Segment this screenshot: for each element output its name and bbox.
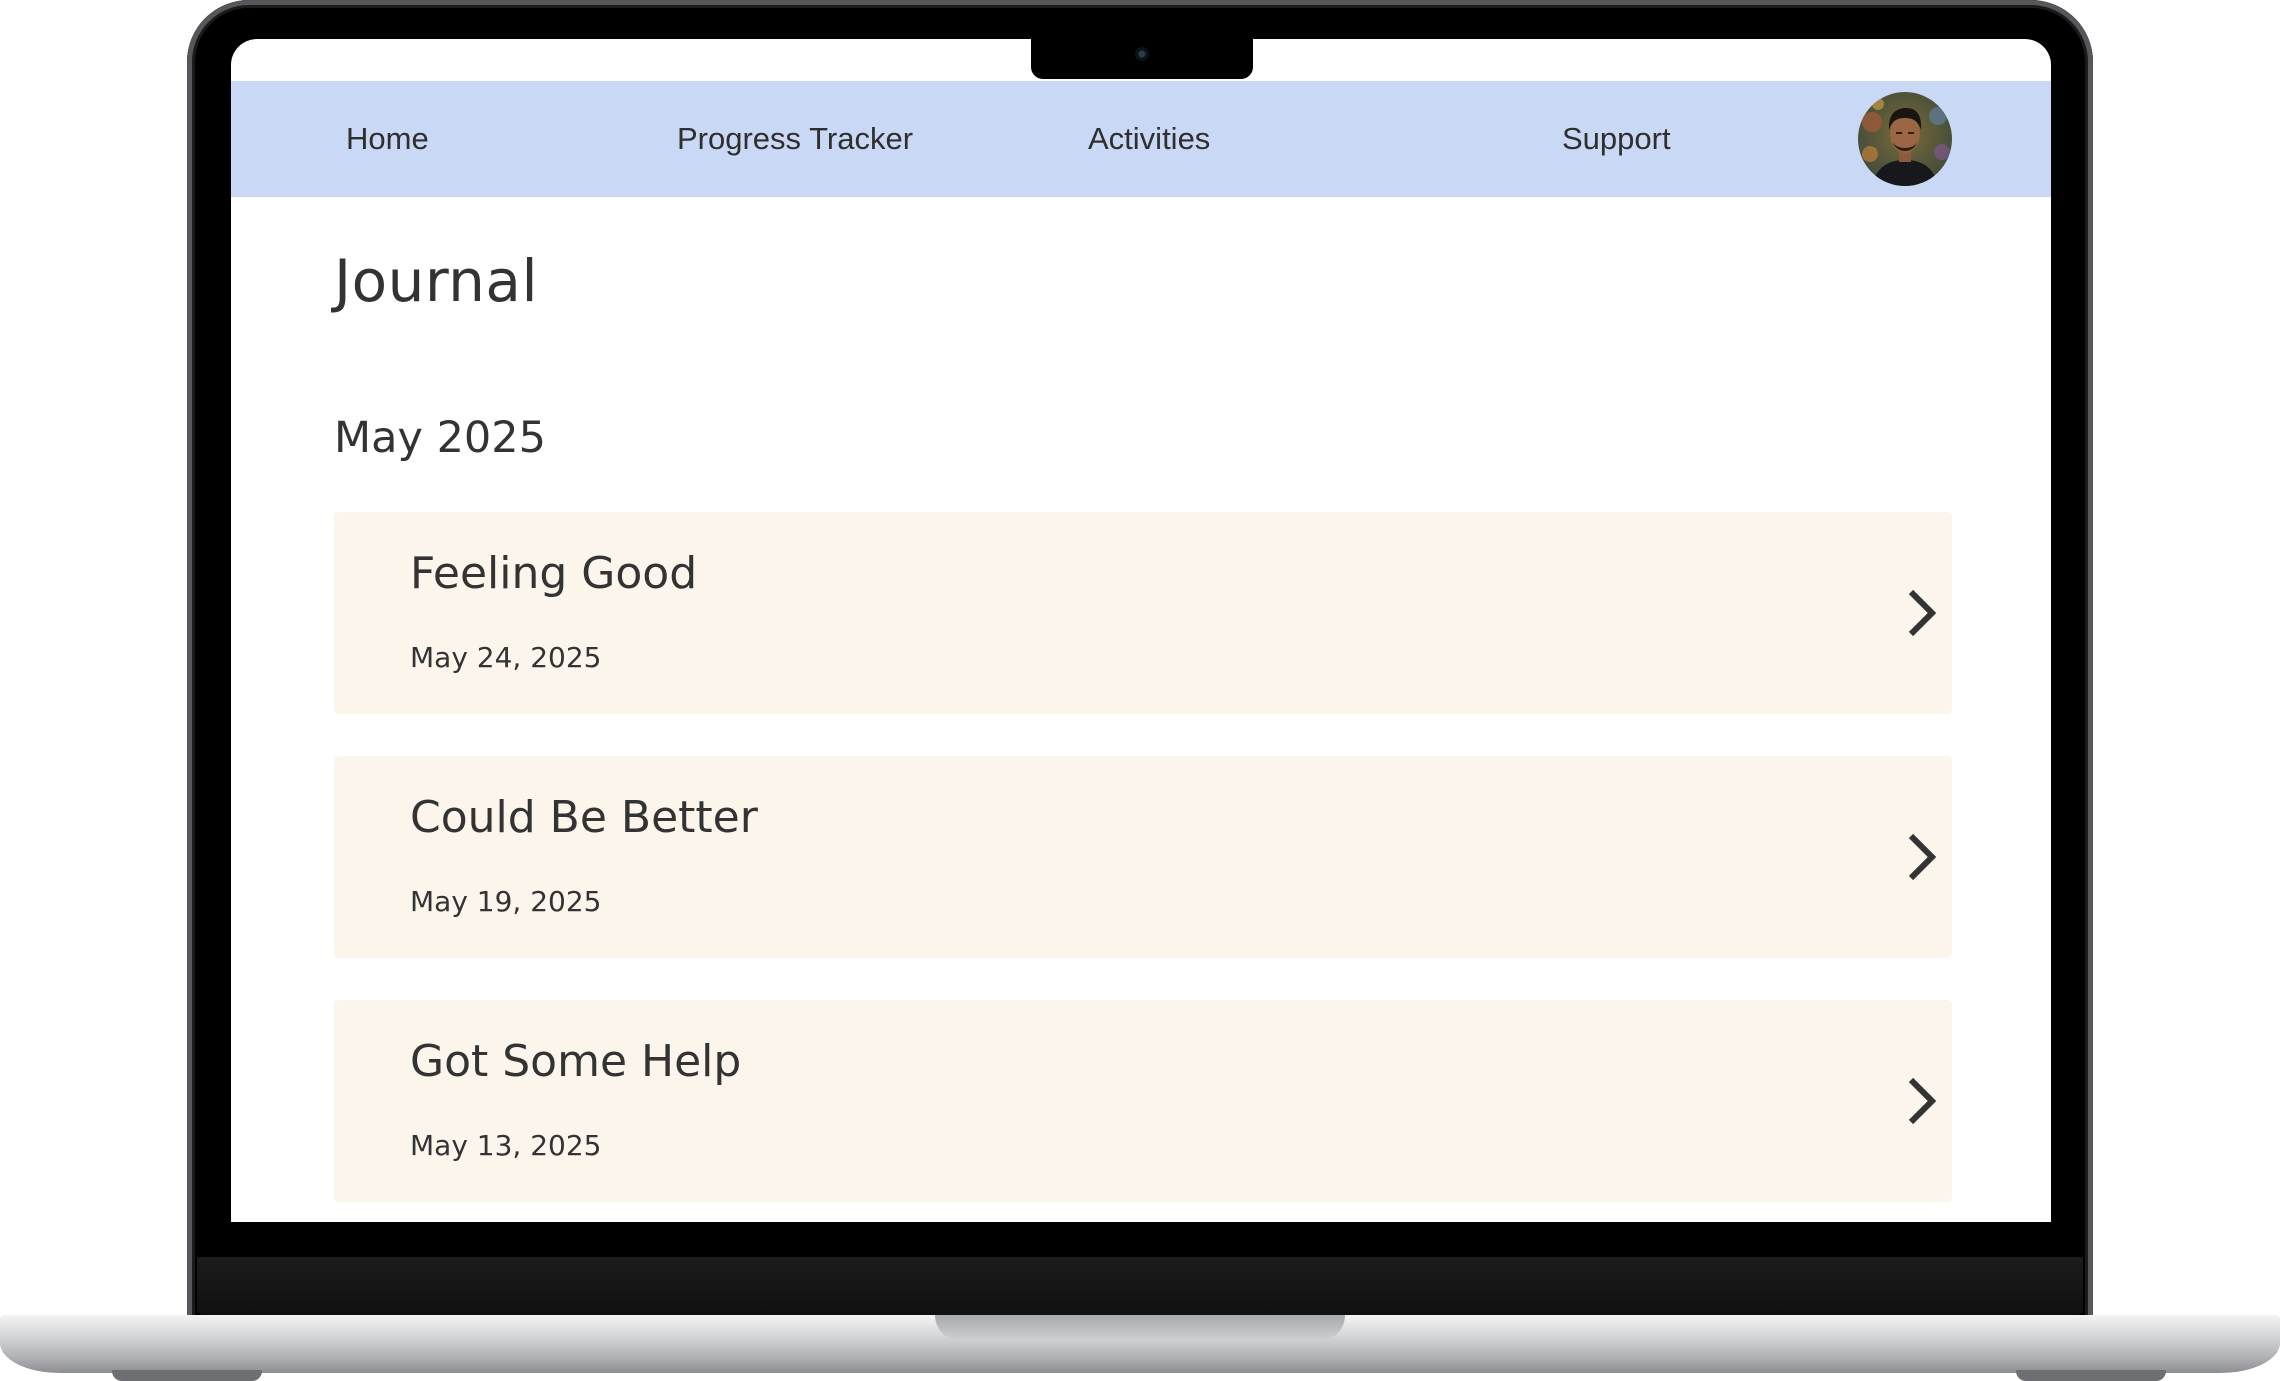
entry-title: Got Some Help [410,1036,742,1087]
page-title: Journal [334,247,539,315]
laptop-bezel-bottom [197,1257,2083,1315]
journal-entry-card[interactable]: Feeling Good May 24, 2025 [334,512,1952,714]
laptop-foot-right [2016,1370,2166,1381]
journal-entry-card[interactable]: Got Some Help May 13, 2025 [334,1000,1952,1202]
user-avatar[interactable] [1858,92,1952,186]
top-navigation-bar: Home Progress Tracker Activities Support [231,81,2051,197]
nav-item-activities[interactable]: Activities [1088,81,1210,197]
nav-item-support[interactable]: Support [1562,81,1671,197]
nav-item-progress-tracker[interactable]: Progress Tracker [677,81,913,197]
entry-date: May 19, 2025 [410,885,602,918]
entry-title: Feeling Good [410,548,698,599]
chevron-right-icon[interactable] [1906,1076,1938,1126]
entry-title: Could Be Better [410,792,758,843]
entry-date: May 24, 2025 [410,641,602,674]
screen: Home Progress Tracker Activities Support [231,39,2051,1222]
avatar-photo-icon [1858,92,1952,186]
laptop-foot-left [112,1370,262,1381]
chevron-right-icon[interactable] [1906,588,1938,638]
camera-icon [1135,47,1149,61]
nav-item-home[interactable]: Home [346,81,429,197]
entry-date: May 13, 2025 [410,1129,602,1162]
chevron-right-icon[interactable] [1906,832,1938,882]
laptop-base-notch [935,1315,1345,1341]
journal-entry-card[interactable]: Could Be Better May 19, 2025 [334,756,1952,958]
month-heading: May 2025 [334,413,546,463]
camera-notch [1031,38,1253,79]
